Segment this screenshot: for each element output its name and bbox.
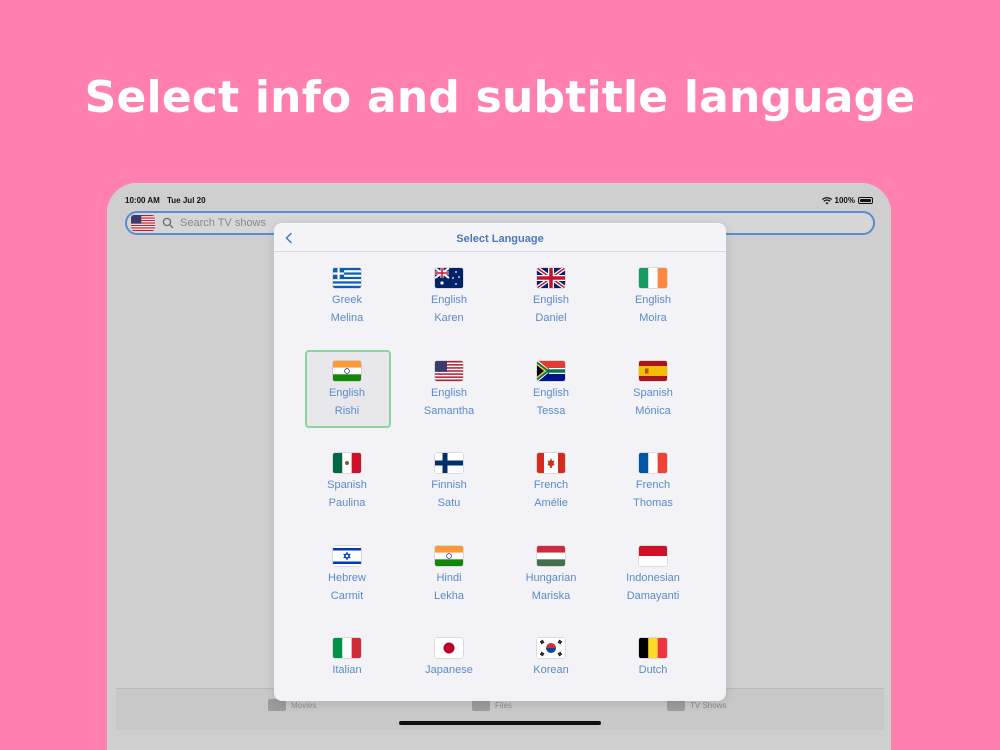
australia-flag-icon xyxy=(435,268,463,288)
language-label: French xyxy=(533,479,569,491)
italy-flag-icon xyxy=(333,638,361,658)
language-option-greek-melina[interactable]: Greek Melina xyxy=(296,260,398,353)
language-option-dutch[interactable]: Dutch xyxy=(602,630,704,701)
voice-label: Mónica xyxy=(635,404,671,417)
greece-flag-icon xyxy=(333,268,361,288)
language-label: Indonesian xyxy=(626,571,680,584)
status-bar: 10:00 AM Tue Jul 20 100% xyxy=(107,196,891,208)
voice-label: Paulina xyxy=(328,497,366,509)
language-label: Spanish xyxy=(327,479,367,491)
language-label: Greek xyxy=(332,294,362,306)
usa-flag-icon xyxy=(435,360,463,381)
language-option-japanese[interactable]: Japanese xyxy=(398,630,500,701)
voice-label: Karen xyxy=(434,312,464,324)
spain-flag-icon xyxy=(639,360,667,381)
voice-label: Tessa xyxy=(536,404,566,417)
voice-label: Melina xyxy=(330,312,364,324)
search-icon xyxy=(162,217,174,229)
japan-flag-icon xyxy=(435,638,463,658)
language-picker-modal: Select Language Greek Melina English Karen E… xyxy=(274,223,726,701)
finland-flag-icon xyxy=(435,453,463,473)
tab-movies-label: Movies xyxy=(291,700,317,710)
battery-percent: 100% xyxy=(834,196,855,205)
language-option-english-daniel[interactable]: English Daniel xyxy=(500,260,602,353)
language-option-hebrew-carmit[interactable]: Hebrew Carmit xyxy=(296,538,398,631)
status-time: 10:00 AM xyxy=(125,196,160,205)
language-label: Spanish xyxy=(633,386,673,399)
south-africa-flag-icon xyxy=(537,360,565,381)
search-input[interactable]: Search TV shows xyxy=(180,217,266,229)
language-label: French xyxy=(635,479,671,491)
language-option-spanish-paulina[interactable]: Spanish Paulina xyxy=(296,445,398,538)
ireland-flag-icon xyxy=(639,268,667,288)
voice-label: Mariska xyxy=(531,589,571,602)
language-label: Dutch xyxy=(638,664,668,676)
language-label: Hungarian xyxy=(525,571,577,584)
language-label: English xyxy=(328,386,366,399)
language-option-french-thomas[interactable]: French Thomas xyxy=(602,445,704,538)
language-label: English xyxy=(634,294,672,306)
voice-label: Daniel xyxy=(535,312,567,324)
voice-label: Damayanti xyxy=(626,589,680,602)
language-label: English xyxy=(532,386,570,399)
language-label: English xyxy=(430,386,468,399)
status-date: Tue Jul 20 xyxy=(167,196,206,205)
tab-files-label: Files xyxy=(495,700,512,710)
language-label: Japanese xyxy=(425,664,473,676)
voice-label: Samantha xyxy=(423,404,475,417)
france-flag-icon xyxy=(639,453,667,473)
hungary-flag-icon xyxy=(537,545,565,566)
language-label: English xyxy=(430,294,468,306)
language-option-english-samantha[interactable]: English Samantha xyxy=(398,353,500,446)
korea-flag-icon xyxy=(537,638,565,658)
language-option-korean[interactable]: Korean xyxy=(500,630,602,701)
home-indicator[interactable] xyxy=(399,721,601,725)
language-label: Finnish xyxy=(431,479,467,491)
voice-label: Moira xyxy=(639,312,667,324)
language-option-english-tessa[interactable]: English Tessa xyxy=(500,353,602,446)
voice-label: Lekha xyxy=(434,589,464,602)
modal-header: Select Language xyxy=(274,223,726,252)
headline: Select info and subtitle language xyxy=(84,72,916,123)
us-flag-icon[interactable] xyxy=(131,215,155,231)
language-option-italian[interactable]: Italian xyxy=(296,630,398,701)
language-option-hungarian-mariska[interactable]: Hungarian Mariska xyxy=(500,538,602,631)
language-option-english-rishi[interactable]: English Rishi xyxy=(296,353,398,446)
language-option-spanish-mónica[interactable]: Spanish Mónica xyxy=(602,353,704,446)
belgium-flag-icon xyxy=(639,638,667,658)
language-label: Italian xyxy=(332,664,362,676)
voice-label: Thomas xyxy=(633,497,673,509)
language-option-english-karen[interactable]: English Karen xyxy=(398,260,500,353)
status-indicators: 100% xyxy=(821,196,873,205)
language-label: Hindi xyxy=(436,571,462,584)
language-grid: Greek Melina English Karen English Daniel Engl… xyxy=(296,260,704,701)
uk-flag-icon xyxy=(537,268,565,288)
mexico-flag-icon xyxy=(333,453,361,473)
india-flag-icon xyxy=(435,545,463,566)
language-option-finnish-satu[interactable]: Finnish Satu xyxy=(398,445,500,538)
india-flag-icon xyxy=(333,360,361,381)
wifi-icon xyxy=(821,196,832,204)
voice-label: Carmit xyxy=(330,589,364,602)
battery-icon xyxy=(858,197,873,204)
language-label: Korean xyxy=(533,664,569,676)
language-label: Hebrew xyxy=(328,571,366,584)
voice-label: Satu xyxy=(437,497,461,509)
israel-flag-icon xyxy=(333,545,361,566)
language-option-hindi-lekha[interactable]: Hindi Lekha xyxy=(398,538,500,631)
canada-flag-icon xyxy=(537,453,565,473)
language-label: English xyxy=(532,294,570,306)
language-option-english-moira[interactable]: English Moira xyxy=(602,260,704,353)
indonesia-flag-icon xyxy=(639,545,667,566)
tab-tv-shows-label: TV Shows xyxy=(690,700,727,710)
modal-title: Select Language xyxy=(456,233,544,245)
voice-label: Amélie xyxy=(534,497,568,509)
language-option-french-amélie[interactable]: French Amélie xyxy=(500,445,602,538)
language-option-indonesian-damayanti[interactable]: Indonesian Damayanti xyxy=(602,538,704,631)
voice-label: Rishi xyxy=(334,404,360,417)
